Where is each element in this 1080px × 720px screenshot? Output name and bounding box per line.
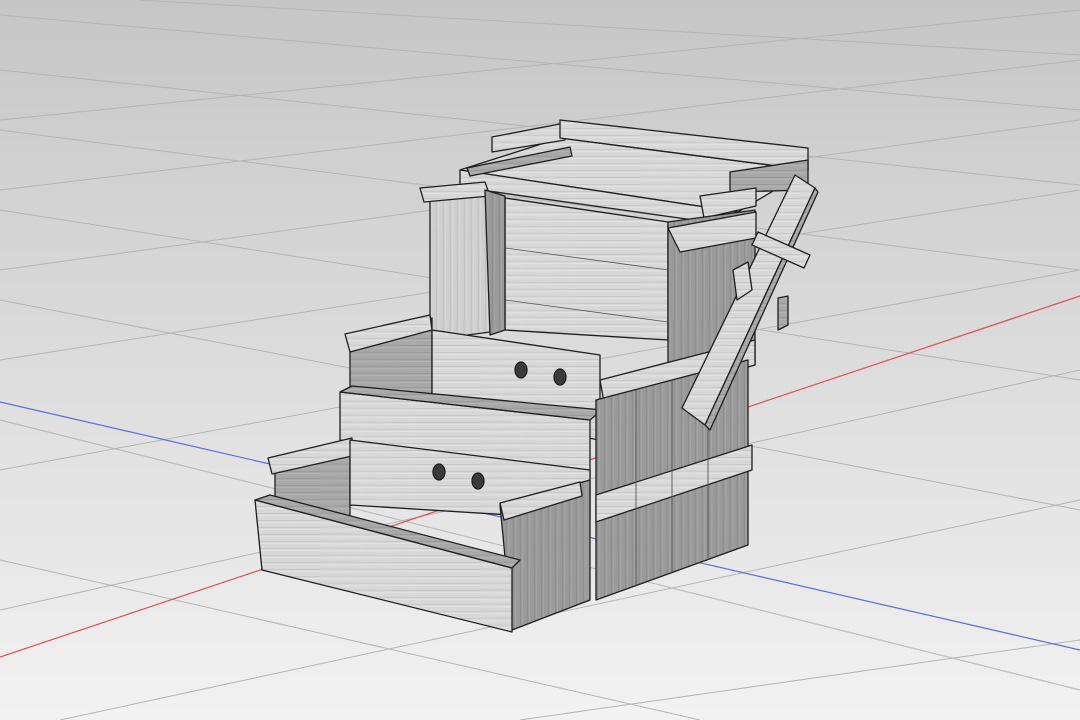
viewport-canvas[interactable] xyxy=(0,0,1080,720)
lower-step-hole-left xyxy=(432,463,446,481)
lower-step-hole-right xyxy=(471,472,485,490)
3d-viewport[interactable] xyxy=(0,0,1080,720)
upper-step-hole-left xyxy=(514,361,528,379)
upper-step-hole-right xyxy=(553,368,567,386)
